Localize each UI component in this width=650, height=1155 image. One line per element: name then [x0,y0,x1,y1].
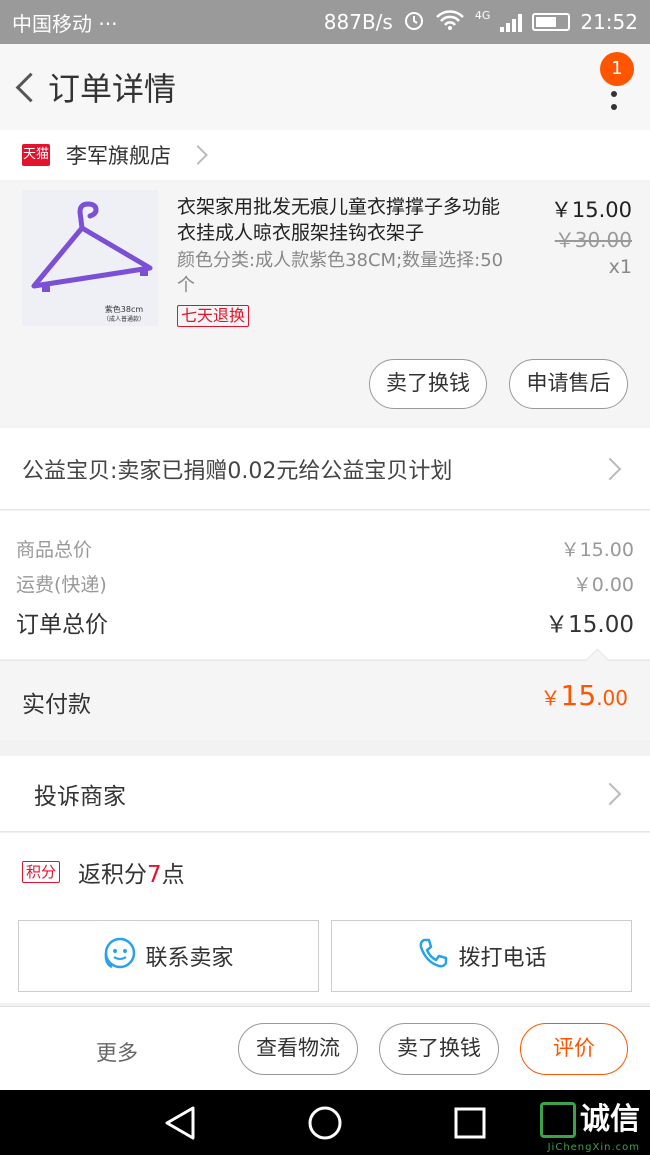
goods-total-label: 商品总价 [16,539,93,561]
order-total-label: 订单总价 [16,612,108,638]
complain-row[interactable]: 投诉商家 [0,756,650,832]
points-icon: 积分 [22,861,61,883]
signal-icon [500,12,523,32]
order-total-value: ￥15.00 [545,612,634,638]
shipping-row: 运费(快递) ￥0.00 [16,570,634,597]
points-row: 积分 返积分7点 [0,833,650,911]
product-spec: 颜色分类:成人款紫色38CM;数量选择:50个 [177,250,504,296]
contact-seller-label: 联系卖家 [145,946,234,971]
charity-row[interactable]: 公益宝贝:卖家已捐赠0.02元给公益宝贝计划 [0,428,650,510]
net-speed: 887B/s [323,10,393,34]
nav-back-icon[interactable] [165,1106,195,1140]
watermark-icon [540,1102,576,1138]
points-text: 返积分7点 [78,862,185,888]
store-name: 李军旗舰店 [66,144,171,168]
product-quantity: x1 [608,256,632,278]
more-button[interactable]: 更多 [96,1037,138,1067]
goods-total-row: 商品总价 ￥15.00 [16,535,634,562]
product-title[interactable]: 衣架家用批发无痕儿童衣撑撑子多功能衣挂成人晾衣服架挂钩衣架子 [177,194,517,246]
tmall-icon: 天猫 [22,144,50,166]
sell-button[interactable]: 卖了换钱 [369,359,487,409]
product-card[interactable]: 紫色38cm （成人普通款） 衣架家用批发无痕儿童衣撑撑子多功能衣挂成人晾衣服架… [0,182,650,426]
paid-amount: ￥15.00 [540,679,628,712]
watermark-sub: JiChengXin.com [547,1142,640,1153]
charity-text: 公益宝贝:卖家已捐赠0.02元给公益宝贝计划 [22,458,453,484]
chevron-right-icon [188,145,208,165]
product-image[interactable]: 紫色38cm （成人普通款） [22,190,158,326]
chevron-right-icon [598,457,622,480]
bottom-action-bar: 更多 查看物流 卖了换钱 评价 [0,1006,650,1090]
contact-area: 联系卖家 拨打电话 [0,911,650,1003]
call-button[interactable]: 拨打电话 [331,920,632,992]
complain-label: 投诉商家 [34,783,126,810]
alarm-icon [403,9,425,36]
nav-recents-icon[interactable] [454,1107,486,1139]
shipping-value: ￥0.00 [572,574,634,596]
battery-icon [532,13,571,31]
nav-home-icon[interactable] [308,1106,342,1140]
call-label: 拨打电话 [458,946,547,971]
original-price: ￥30.00 [554,228,632,252]
watermark-logo: 诚信 JiChengXin.com [540,1102,640,1153]
contact-seller-button[interactable]: 联系卖家 [18,920,319,992]
paid-amount-row: 实付款 ￥15.00 [0,660,650,740]
status-bar: 中国移动 ··· 887B/s 4G 21:52 [0,0,650,44]
seven-day-return-badge: 七天退换 [177,305,250,327]
image-caption-2: （成人普通款） [103,315,145,323]
image-caption-1: 紫色38cm [105,304,144,314]
notification-badge: 1 [600,52,634,86]
phone-icon [416,936,450,976]
view-logistics-button[interactable]: 查看物流 [238,1023,358,1075]
chevron-right-icon [598,782,622,805]
sell-button-bottom[interactable]: 卖了换钱 [379,1023,499,1075]
nav-bar: 订单详情 1 [0,44,650,130]
watermark-text: 诚信 [580,1102,640,1137]
wifi-icon [435,9,465,36]
product-price: ￥15.00 [550,198,632,222]
page-title: 订单详情 [48,70,177,108]
network-type: 4G [474,8,491,22]
back-arrow-icon[interactable] [6,67,46,107]
price-summary: 商品总价 ￥15.00 运费(快递) ￥0.00 订单总价 ￥15.00 [0,511,650,659]
system-nav-bar: 诚信 JiChengXin.com [0,1090,650,1155]
clock: 21:52 [580,10,638,34]
chat-icon [103,936,137,976]
paid-label: 实付款 [22,692,91,718]
order-total-row: 订单总价 ￥15.00 [16,605,634,639]
review-button[interactable]: 评价 [520,1023,628,1075]
shipping-label: 运费(快递) [16,574,107,596]
store-row[interactable]: 天猫 李军旗舰店 [0,130,650,180]
aftersale-button[interactable]: 申请售后 [509,359,628,409]
carrier-name: 中国移动 ··· [12,11,118,36]
goods-total-value: ￥15.00 [560,539,634,561]
